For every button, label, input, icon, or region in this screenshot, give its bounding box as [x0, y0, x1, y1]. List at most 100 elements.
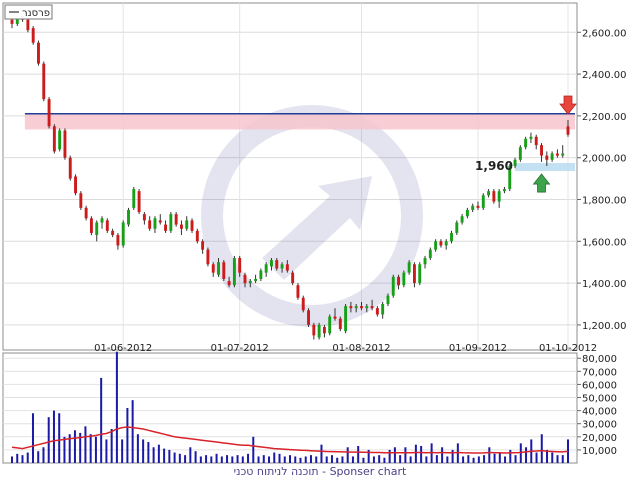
support-label: 1,960: [475, 159, 513, 173]
candle-body: [434, 241, 438, 250]
volume-bar: [268, 456, 271, 463]
candle-body: [338, 318, 342, 330]
volume-bar: [420, 445, 423, 463]
volume-bar: [189, 447, 192, 463]
candle-body: [312, 324, 316, 336]
price-xtick-label: 01-06-2012: [94, 343, 152, 354]
volume-bar: [309, 455, 312, 463]
candle-body: [222, 262, 226, 279]
footer-credit: תוכנה לניתוח טכני - Sponser chart: [234, 465, 407, 478]
volume-ytick-label: 50,000: [582, 394, 617, 405]
volume-bar: [94, 436, 97, 463]
candle-body: [291, 272, 295, 284]
candle-body: [550, 153, 554, 160]
volume-bar: [47, 417, 50, 463]
candle-body: [492, 191, 496, 202]
price-ytick-label: 2,600.00: [582, 28, 627, 39]
volume-bar: [194, 451, 197, 463]
candle-body: [487, 191, 491, 196]
volume-bar: [26, 452, 29, 463]
price-ytick-label: 2,400.00: [582, 70, 627, 81]
volume-bar: [131, 400, 134, 463]
price-panel: 1,200.00 1,400.00 1,600.00 1,800.00 2,000.00…: [2, 2, 627, 354]
candle-body: [307, 310, 310, 325]
candle-body: [174, 214, 178, 225]
volume-bar: [315, 456, 318, 463]
candle-body: [169, 214, 173, 231]
volume-bar: [451, 449, 454, 463]
candle-body: [105, 220, 109, 231]
volume-bar: [215, 453, 218, 463]
price-ytick-label: 1,800.00: [582, 195, 627, 206]
candle-body: [47, 99, 51, 127]
volume-bar: [477, 456, 480, 463]
volume-bar: [58, 413, 61, 463]
volume-bar: [535, 452, 538, 463]
volume-bar: [441, 447, 444, 463]
volume-bar: [320, 444, 323, 463]
candle-body: [142, 214, 146, 221]
candle-body: [259, 270, 263, 279]
candle-body: [540, 145, 543, 156]
volume-bar: [105, 439, 108, 463]
volume-bar: [551, 452, 554, 463]
candle-body: [243, 274, 247, 284]
volume-bar: [341, 456, 344, 463]
candle-body: [31, 28, 35, 43]
volume-panel: 10,000 20,000 30,000 40,000 50,000 60,000 70,0…: [2, 351, 617, 464]
candle-body: [116, 235, 120, 246]
candle-body: [497, 191, 501, 202]
candle-body: [423, 258, 427, 265]
candle-body: [444, 241, 448, 246]
volume-bar: [336, 457, 339, 463]
candle-body: [285, 264, 289, 271]
volume-bar: [388, 449, 391, 463]
volume-bar: [504, 456, 507, 463]
legend-label: פרסנר: [22, 8, 50, 19]
candle-body: [280, 264, 284, 269]
volume-bar: [147, 442, 150, 463]
volume-bar: [514, 455, 517, 463]
volume-bar: [372, 456, 375, 463]
legend: פרסנר: [4, 4, 53, 20]
candle-body: [238, 258, 242, 273]
candle-body: [179, 224, 183, 229]
candle-body: [555, 153, 559, 156]
volume-bar: [299, 457, 302, 463]
candle-body: [296, 285, 300, 298]
candle-body: [111, 230, 115, 236]
candle-body: [26, 19, 30, 31]
candle-body: [317, 324, 321, 338]
volume-bar: [273, 452, 276, 463]
candle-body: [52, 126, 56, 152]
candle-body: [322, 327, 326, 334]
candle-body: [153, 218, 157, 229]
candle-body: [95, 222, 99, 236]
candle-body: [137, 191, 141, 213]
price-ytick-label: 1,400.00: [582, 279, 627, 290]
candle-body: [275, 260, 279, 269]
candle-body: [79, 193, 83, 208]
volume-bar: [236, 455, 239, 463]
candle-body: [84, 207, 88, 219]
volume-bar: [446, 456, 449, 463]
volume-bar: [556, 455, 559, 463]
volume-ytick-label: 70,000: [582, 367, 617, 378]
volume-bar: [346, 447, 349, 463]
candle-body: [270, 260, 273, 267]
candle-body: [360, 306, 363, 309]
candle-body: [471, 205, 475, 210]
volume-bar: [184, 455, 187, 463]
volume-bar: [278, 453, 281, 463]
volume-bar: [493, 453, 496, 463]
candle-body: [561, 153, 565, 156]
candle-body: [211, 264, 215, 273]
volume-bar: [89, 434, 92, 463]
volume-bar: [399, 455, 402, 463]
candle-body: [121, 222, 125, 246]
volume-bar: [63, 436, 66, 463]
candle-body: [195, 230, 199, 242]
candle-body: [254, 278, 258, 282]
volume-bar: [110, 428, 113, 463]
candle-body: [328, 316, 332, 334]
